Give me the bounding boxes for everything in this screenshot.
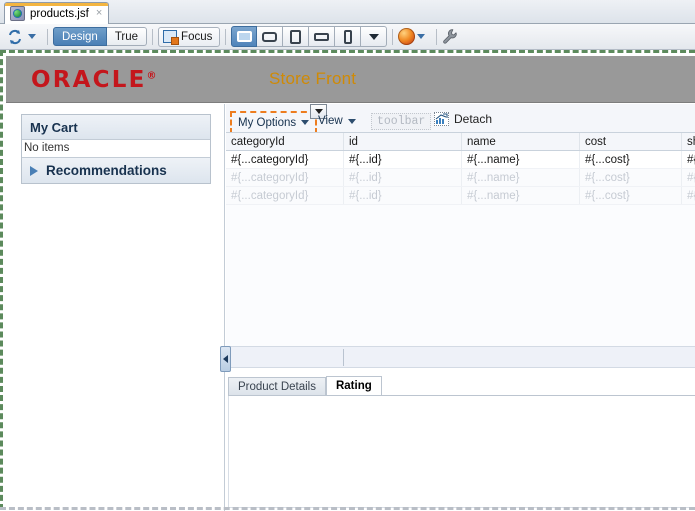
triangle-left-icon — [223, 355, 228, 363]
my-cart-empty-text: No items — [22, 140, 210, 157]
cell-shortDesc: #{...short — [682, 169, 695, 187]
toolbar-separator — [225, 29, 226, 45]
view-mode-group: Design True — [53, 27, 147, 46]
main-region: My Options View toolbar — [226, 104, 695, 511]
table-row[interactable]: #{...categoryId} #{...id} #{...name} #{.… — [226, 151, 695, 169]
left-panel: My Cart No items Recommendations — [6, 104, 225, 511]
cell-name: #{...name} — [462, 169, 580, 187]
cell-id: #{...id} — [344, 187, 462, 205]
view-menu-label: View — [318, 115, 343, 127]
cell-categoryId: #{...categoryId} — [226, 187, 344, 205]
store-front-banner: ORACLE® Store Front — [6, 56, 695, 103]
view-menu-button[interactable]: View — [318, 115, 356, 127]
device-handheld-landscape-button[interactable] — [309, 26, 335, 47]
cell-cost: #{...cost} — [580, 169, 682, 187]
close-icon[interactable]: × — [96, 8, 102, 19]
cell-shortDesc: #{...short — [682, 151, 695, 169]
document-tab-products-jsf[interactable]: products.jsf × — [4, 2, 109, 24]
table-header-row: categoryId id name cost shortDesc — [226, 133, 695, 151]
cell-shortDesc: #{...short — [682, 187, 695, 205]
focus-button[interactable]: Focus — [158, 27, 220, 47]
panel-splitter[interactable] — [226, 346, 695, 368]
column-header-shortDesc[interactable]: shortDesc — [682, 133, 695, 151]
view-mode-true[interactable]: True — [107, 27, 147, 46]
document-tab-label: products.jsf — [30, 8, 89, 20]
my-options-label: My Options — [238, 117, 296, 129]
focus-button-label: Focus — [181, 31, 212, 43]
toolbar-separator — [152, 29, 153, 45]
cell-id: #{...id} — [344, 151, 462, 169]
tablet-landscape-icon — [262, 32, 277, 42]
device-desktop-button[interactable] — [231, 26, 257, 47]
phone-portrait-icon — [344, 30, 352, 44]
chevron-down-icon — [301, 120, 309, 125]
products-grid: categoryId id name cost shortDesc #{...c… — [226, 133, 695, 205]
toolbar-facet-placeholder[interactable]: toolbar — [371, 113, 431, 130]
device-preview-group — [231, 26, 387, 47]
cell-cost: #{...cost} — [580, 151, 682, 169]
chevron-down-icon — [315, 109, 323, 114]
desktop-icon — [237, 31, 252, 42]
oracle-logo-text: ORACLE — [31, 67, 147, 93]
column-header-categoryId[interactable]: categoryId — [226, 133, 344, 151]
handheld-landscape-icon — [314, 33, 329, 41]
my-cart-header: My Cart — [22, 115, 210, 140]
detach-button[interactable]: Detach — [434, 112, 492, 126]
registered-mark: ® — [147, 70, 159, 81]
focus-frame-icon — [163, 30, 177, 43]
tab-rating[interactable]: Rating — [326, 376, 382, 396]
jsf-page-globe-icon — [10, 6, 25, 21]
table-row[interactable]: #{...categoryId} #{...id} #{...name} #{.… — [226, 187, 695, 205]
cell-categoryId: #{...categoryId} — [226, 151, 344, 169]
column-header-id[interactable]: id — [344, 133, 462, 151]
recommendations-label: Recommendations — [46, 163, 167, 178]
wrench-icon[interactable] — [442, 28, 459, 45]
view-mode-design[interactable]: Design — [53, 27, 107, 46]
splitter-grip — [343, 349, 344, 366]
refresh-sync-icon[interactable] — [4, 27, 26, 47]
refresh-dropdown-caret-icon[interactable] — [28, 34, 36, 39]
my-cart-panel: My Cart No items Recommendations — [21, 114, 211, 184]
design-canvas: ORACLE® Store Front My Cart No items Rec… — [0, 50, 695, 510]
my-options-menu-button[interactable]: My Options — [233, 114, 314, 131]
column-header-name[interactable]: name — [462, 133, 580, 151]
device-phone-portrait-button[interactable] — [335, 26, 361, 47]
splitter-collapse-button[interactable] — [220, 346, 231, 372]
tab-content-rating — [228, 396, 695, 508]
cell-categoryId: #{...categoryId} — [226, 169, 344, 187]
table-row[interactable]: #{...categoryId} #{...id} #{...name} #{.… — [226, 169, 695, 187]
device-tablet-portrait-button[interactable] — [283, 26, 309, 47]
device-tablet-landscape-button[interactable] — [257, 26, 283, 47]
tablet-portrait-icon — [290, 30, 301, 44]
my-options-selection: My Options — [230, 111, 317, 134]
recommendations-disclosure[interactable]: Recommendations — [22, 157, 210, 183]
browser-dropdown-caret-icon[interactable] — [417, 34, 425, 39]
detail-tab-row: Product Details Rating — [228, 376, 382, 396]
table-panel-toolbar: My Options View toolbar — [226, 104, 695, 132]
device-more-button[interactable] — [361, 26, 387, 47]
cell-name: #{...name} — [462, 187, 580, 205]
chevron-down-icon — [369, 34, 379, 40]
page-title: Store Front — [269, 69, 356, 89]
design-toolbar: Design True Focus — [0, 24, 695, 50]
column-header-cost[interactable]: cost — [580, 133, 682, 151]
tab-product-details[interactable]: Product Details — [228, 377, 326, 396]
editor-tab-strip: products.jsf × — [0, 0, 695, 24]
design-canvas-content: ORACLE® Store Front My Cart No items Rec… — [6, 56, 695, 511]
cell-name: #{...name} — [462, 151, 580, 169]
oracle-logo: ORACLE® — [31, 69, 159, 92]
toolbar-separator — [436, 29, 437, 45]
toolbar-separator — [47, 29, 48, 45]
refresh-sync-glyph — [7, 29, 23, 45]
detail-tab-panel: Product Details Rating — [226, 368, 695, 511]
toolbar-separator — [392, 29, 393, 45]
chevron-down-icon — [348, 119, 356, 124]
detach-label: Detach — [454, 112, 492, 126]
triangle-right-icon — [30, 166, 38, 176]
firefox-icon[interactable] — [398, 28, 415, 45]
cell-cost: #{...cost} — [580, 187, 682, 205]
cell-id: #{...id} — [344, 169, 462, 187]
detach-chart-icon — [434, 112, 449, 126]
products-table: categoryId id name cost shortDesc #{...c… — [226, 132, 695, 346]
